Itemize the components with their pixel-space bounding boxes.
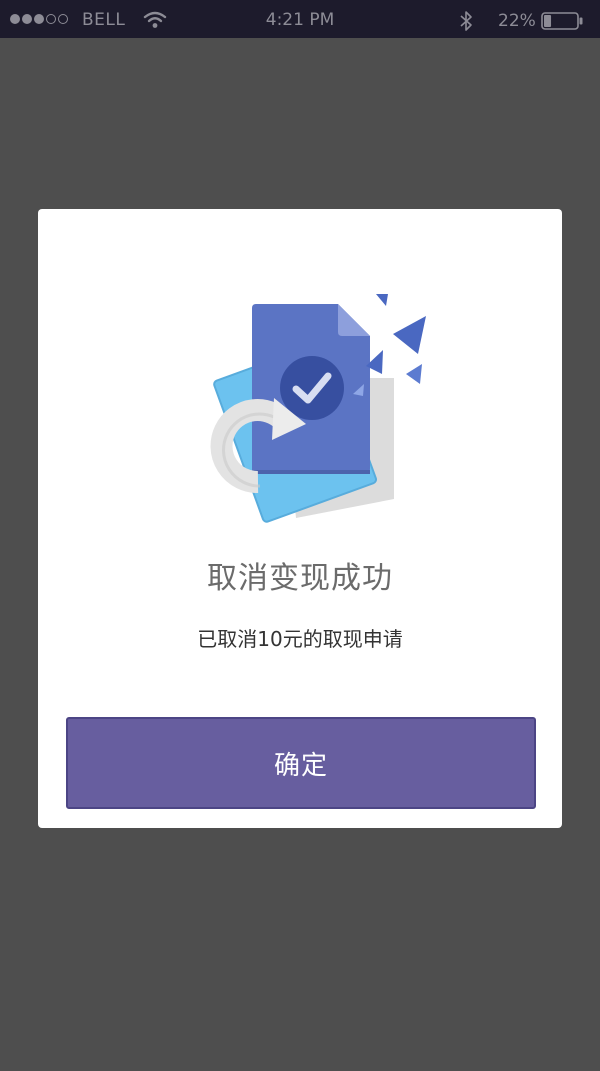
screen: BELL 4:21 PM 22% 取消变现成功 已取消10元的取现申请 确定 [0, 0, 600, 1071]
bluetooth-icon [460, 11, 472, 31]
confirm-button[interactable]: 确定 [66, 717, 536, 809]
cancel-success-dialog: 取消变现成功 已取消10元的取现申请 确定 [38, 209, 562, 828]
dialog-message: 已取消10元的取现申请 [197, 627, 403, 651]
document-refund-check-icon [210, 294, 426, 523]
battery-icon [541, 12, 583, 30]
dialog-title: 取消变现成功 [207, 561, 393, 596]
status-bar: BELL 4:21 PM 22% [0, 0, 600, 38]
battery-percent: 22% [498, 11, 536, 31]
